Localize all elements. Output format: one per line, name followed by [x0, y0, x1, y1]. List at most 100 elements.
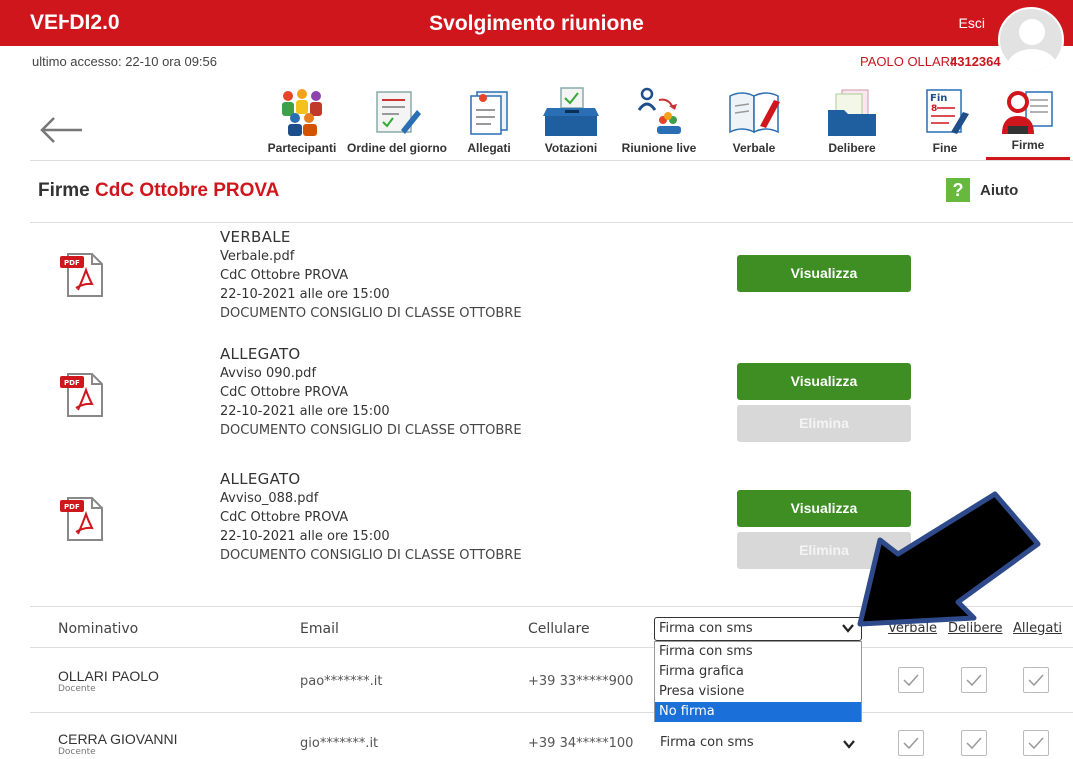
- verbale-checkbox[interactable]: [898, 667, 924, 693]
- participant-phone: +39 33*****900: [528, 674, 634, 689]
- row-signature-select[interactable]: Firma con sms: [654, 731, 862, 755]
- folder-icon: [828, 89, 876, 136]
- delibere-checkbox[interactable]: [961, 730, 987, 756]
- option-no-firma[interactable]: No firma: [655, 702, 861, 722]
- document-meeting: CdC Ottobre PROVA: [220, 510, 349, 525]
- user-name: PAOLO OLLARI: [860, 54, 954, 69]
- svg-text:PDF: PDF: [64, 259, 80, 267]
- nav-item-verbale[interactable]: Verbale: [722, 80, 786, 160]
- document-meeting: CdC Ottobre PROVA: [220, 385, 349, 400]
- help-label: Aiuto: [980, 181, 1019, 199]
- document-info: ALLEGATO Avviso 090.pdf CdC Ottobre PROV…: [220, 344, 522, 440]
- nav-label: Delibere: [828, 141, 876, 155]
- nav-label: Fine: [932, 141, 958, 155]
- divider: [30, 712, 1073, 713]
- nav-label: Ordine del giorno: [346, 141, 447, 155]
- document-type: ALLEGATO: [220, 470, 301, 488]
- divider: [30, 606, 1073, 607]
- page-title: Firme CdC Ottobre PROVA: [38, 180, 280, 201]
- signature-options-list: Firma con sms Firma grafica Presa vision…: [654, 641, 862, 722]
- participant-role: Docente: [58, 747, 96, 757]
- participant-email: pao*******.it: [300, 674, 383, 689]
- view-document-button[interactable]: Visualizza: [737, 490, 911, 527]
- document-datetime: 22-10-2021 alle ore 15:00: [220, 287, 390, 302]
- nav-item-riunione-live[interactable]: Riunione live: [616, 80, 702, 160]
- nav-item-votazioni[interactable]: Votazioni: [538, 80, 604, 160]
- document-datetime: 22-10-2021 alle ore 15:00: [220, 529, 390, 544]
- nav-item-ordine-del-giorno[interactable]: Ordine del giorno: [344, 80, 450, 160]
- meeting-nav: Partecipanti Ordine del giorno Allegati …: [0, 80, 1073, 160]
- verbale-checkbox[interactable]: [898, 730, 924, 756]
- select-all-allegati-link[interactable]: Allegati: [1013, 621, 1062, 636]
- finish-icon: Fin 8: [926, 89, 969, 134]
- option-presa-visione[interactable]: Presa visione: [655, 682, 861, 702]
- option-firma-grafica[interactable]: Firma grafica: [655, 662, 861, 682]
- divider: [30, 160, 1073, 161]
- delete-document-button[interactable]: Elimina: [737, 532, 911, 569]
- pdf-file-icon[interactable]: PDF: [58, 370, 108, 420]
- select-value: Firma con sms: [660, 735, 754, 750]
- option-firma-con-sms[interactable]: Firma con sms: [655, 642, 861, 662]
- nav-label: Partecipanti: [267, 141, 337, 155]
- nav-item-delibere[interactable]: Delibere: [820, 80, 884, 160]
- svg-text:8: 8: [931, 104, 937, 114]
- document-meeting: CdC Ottobre PROVA: [220, 268, 349, 283]
- document-description: DOCUMENTO CONSIGLIO DI CLASSE OTTOBRE: [220, 423, 522, 438]
- avatar-body: [1006, 49, 1058, 71]
- select-all-delibere-link[interactable]: Delibere: [948, 621, 1003, 636]
- attachments-icon: [470, 91, 508, 135]
- check-icon: [903, 674, 919, 687]
- document-type: VERBALE: [220, 228, 291, 246]
- nav-item-firme[interactable]: Firme: [986, 80, 1070, 160]
- delete-document-button[interactable]: Elimina: [737, 405, 911, 442]
- check-icon: [966, 737, 982, 750]
- participants-icon: [282, 89, 322, 136]
- user-avatar[interactable]: [998, 7, 1064, 73]
- participant-name: OLLARI PAOLO: [58, 668, 159, 684]
- document-info: ALLEGATO Avviso_088.pdf CdC Ottobre PROV…: [220, 469, 522, 565]
- last-access-text: ultimo accesso: 22-10 ora 09:56: [32, 54, 217, 69]
- app-title: Svolgimento riunione: [429, 12, 644, 35]
- svg-text:PDF: PDF: [64, 503, 80, 511]
- logout-link[interactable]: Esci: [959, 15, 985, 31]
- document-info: VERBALE Verbale.pdf CdC Ottobre PROVA 22…: [220, 227, 522, 323]
- avatar-head: [1019, 19, 1045, 45]
- participant-name: CERRA GIOVANNI: [58, 731, 178, 747]
- allegati-checkbox[interactable]: [1023, 667, 1049, 693]
- live-meeting-icon: [637, 87, 681, 134]
- participant-email: gio*******.it: [300, 736, 379, 751]
- select-value: Firma con sms: [659, 621, 753, 636]
- chevron-down-icon: [843, 740, 855, 749]
- check-icon: [966, 674, 982, 687]
- signatures-icon: [1002, 91, 1053, 134]
- signature-type-select[interactable]: Firma con sms: [654, 617, 862, 641]
- document-filename: Avviso 090.pdf: [220, 366, 317, 381]
- nav-item-allegati[interactable]: Allegati: [460, 80, 518, 160]
- pdf-file-icon[interactable]: PDF: [58, 250, 108, 300]
- nav-item-fine[interactable]: Fin 8 Fine: [912, 80, 978, 160]
- nav-label: Votazioni: [544, 141, 598, 155]
- nav-label: Firme: [1011, 138, 1045, 152]
- agenda-icon: [376, 91, 421, 134]
- nav-item-partecipanti[interactable]: Partecipanti: [266, 80, 338, 160]
- minutes-book-icon: [729, 92, 780, 134]
- help-icon: ?: [946, 178, 970, 202]
- select-all-verbale-link[interactable]: Verbale: [888, 621, 937, 636]
- check-icon: [1028, 737, 1044, 750]
- nav-label: Allegati: [467, 141, 511, 155]
- document-filename: Verbale.pdf: [220, 249, 295, 264]
- view-document-button[interactable]: Visualizza: [737, 255, 911, 292]
- top-bar: VEⱵDI2.0 Svolgimento riunione Esci: [0, 0, 1073, 46]
- check-icon: [903, 737, 919, 750]
- svg-text:PDF: PDF: [64, 379, 80, 387]
- participant-role: Docente: [58, 684, 96, 694]
- user-code: 4312364: [950, 54, 1001, 69]
- delibere-checkbox[interactable]: [961, 667, 987, 693]
- help-button[interactable]: ? Aiuto: [946, 178, 1018, 202]
- allegati-checkbox[interactable]: [1023, 730, 1049, 756]
- check-icon: [1028, 674, 1044, 687]
- column-header-phone: Cellulare: [528, 621, 590, 637]
- pdf-file-icon[interactable]: PDF: [58, 494, 108, 544]
- view-document-button[interactable]: Visualizza: [737, 363, 911, 400]
- document-description: DOCUMENTO CONSIGLIO DI CLASSE OTTOBRE: [220, 548, 522, 563]
